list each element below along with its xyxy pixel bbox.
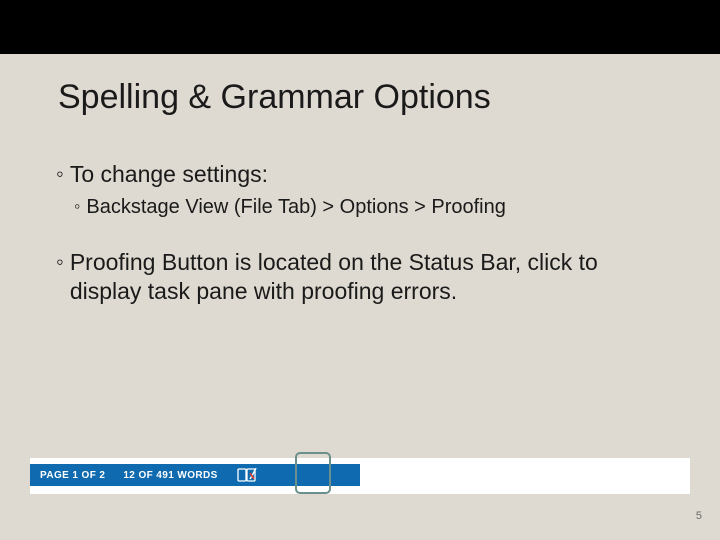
statusbar-screenshot: PAGE 1 OF 2 12 OF 491 WORDS [30, 458, 690, 494]
proofing-icon [237, 468, 257, 482]
word-status-bar: PAGE 1 OF 2 12 OF 491 WORDS [30, 464, 360, 486]
proofing-button[interactable] [236, 467, 258, 483]
bullet-1-sub: ◦ Backstage View (File Tab) > Options > … [74, 195, 666, 220]
bullet-mark: ◦ [56, 160, 64, 188]
bullet-1: ◦ To change settings: [56, 160, 666, 189]
bullet-2-text: Proofing Button is located on the Status… [70, 248, 630, 306]
bullet-1-text: To change settings: [70, 160, 268, 189]
bullet-2: ◦ Proofing Button is located on the Stat… [56, 248, 666, 306]
slide-number: 5 [696, 510, 702, 522]
slide-top-bar [0, 0, 720, 54]
word-count-field[interactable]: 12 OF 491 WORDS [123, 470, 217, 481]
slide-body: ◦ To change settings: ◦ Backstage View (… [56, 160, 666, 311]
page-count-field[interactable]: PAGE 1 OF 2 [40, 470, 105, 481]
slide-title: Spelling & Grammar Options [58, 78, 491, 117]
bullet-mark: ◦ [74, 195, 80, 218]
bullet-mark: ◦ [56, 248, 64, 276]
bullet-1-sub-text: Backstage View (File Tab) > Options > Pr… [86, 195, 505, 220]
